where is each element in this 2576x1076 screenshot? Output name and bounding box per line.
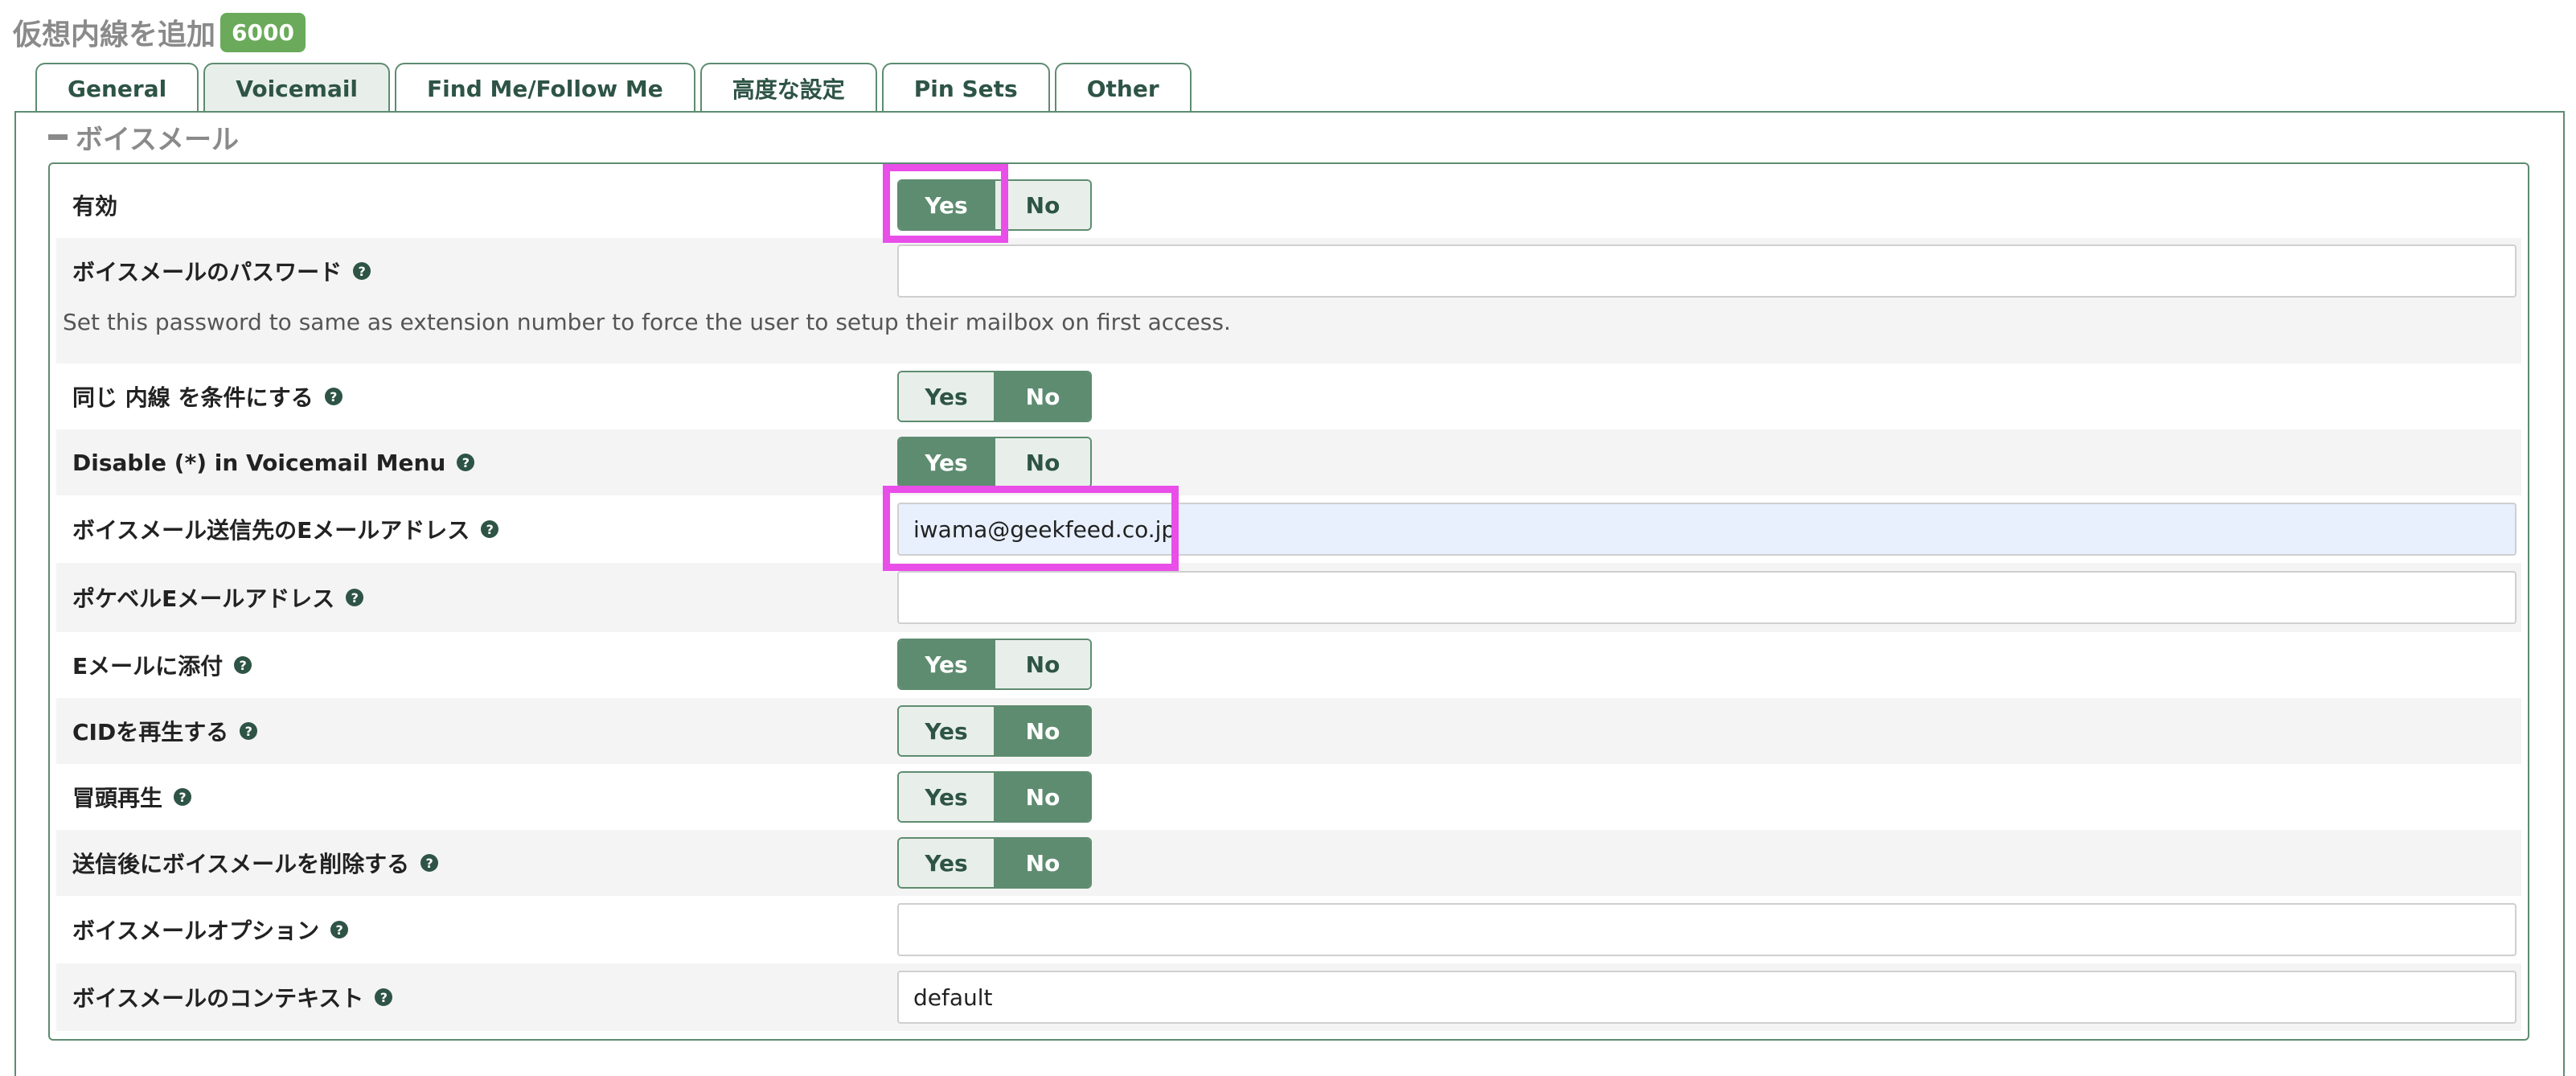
tab-advanced[interactable]: 高度な設定 [699,63,877,113]
row-label: CIDを再生する? [72,698,258,764]
row-vm-context: ボイスメールのコンテキスト? [56,963,2521,1031]
row-label: 有効 [72,193,118,220]
row-same-extension: 同じ 内線 を条件にする? Yes No [56,363,2521,429]
voicemail-password-input[interactable] [897,244,2517,298]
no-button[interactable]: No [994,640,1090,688]
enabled-toggle: Yes No [897,179,1092,231]
play-cid-toggle: Yes No [897,705,1092,757]
help-icon[interactable]: ? [353,262,371,280]
no-button[interactable]: No [994,707,1090,755]
delete-after-toggle: Yes No [897,837,1092,889]
section-title: ボイスメール [76,123,239,156]
email-input[interactable] [897,503,2517,556]
yes-button[interactable]: Yes [899,707,994,755]
yes-button[interactable]: Yes [899,839,994,887]
collapse-icon [48,133,68,140]
row-disable-star: Disable (*) in Voicemail Menu? Yes No [56,429,2521,495]
vm-options-input[interactable] [897,903,2517,956]
row-label: 同じ 内線 を条件にする? [72,363,343,429]
yes-button[interactable]: Yes [899,181,994,229]
yes-button[interactable]: Yes [899,640,994,688]
help-icon[interactable]: ? [234,656,252,674]
attach-toggle: Yes No [897,639,1092,690]
disable-star-toggle: Yes No [897,437,1092,488]
row-label: 送信後にボイスメールを削除する? [72,830,439,896]
page-title: 仮想内線を追加 6000 [13,8,306,56]
no-button[interactable]: No [994,181,1090,229]
pager-email-input[interactable] [897,571,2517,624]
row-label: ポケベルEメールアドレス? [72,563,364,632]
no-button[interactable]: No [994,372,1090,421]
row-pager-email: ポケベルEメールアドレス? [56,563,2521,632]
vm-context-input[interactable] [897,971,2517,1024]
no-button[interactable]: No [994,839,1090,887]
no-button[interactable]: No [994,773,1090,821]
row-email: ボイスメール送信先のEメールアドレス? [56,495,2521,563]
no-button[interactable]: No [994,438,1090,487]
help-icon[interactable]: ? [330,921,349,938]
row-enabled: 有効 Yes No [56,174,2521,236]
help-icon[interactable]: ? [324,388,343,405]
help-icon[interactable]: ? [481,520,499,538]
row-label: ボイスメール送信先のEメールアドレス? [72,495,499,563]
help-icon[interactable]: ? [174,788,192,806]
row-label: Disable (*) in Voicemail Menu? [72,429,475,495]
password-help-text: Set this password to same as extension n… [63,309,1231,335]
help-icon[interactable]: ? [457,454,475,471]
row-label: ボイスメールのコンテキスト? [72,963,393,1031]
row-attach: Eメールに添付? Yes No [56,632,2521,698]
row-delete-after: 送信後にボイスメールを削除する? Yes No [56,830,2521,896]
page-title-text: 仮想内線を追加 [13,18,216,51]
play-envelope-toggle: Yes No [897,771,1092,823]
row-label: Eメールに添付? [72,632,252,698]
tab-bar: General Voicemail Find Me/Follow Me 高度な設… [35,61,1196,113]
row-play-envelope: 冒頭再生? Yes No [56,764,2521,830]
row-vm-options: ボイスメールオプション? [56,896,2521,963]
tab-general[interactable]: General [35,63,199,113]
help-icon[interactable]: ? [375,988,393,1006]
row-play-cid: CIDを再生する? Yes No [56,698,2521,764]
yes-button[interactable]: Yes [899,372,994,421]
tab-pin-sets[interactable]: Pin Sets [881,63,1050,113]
section-toggle[interactable]: ボイスメール [48,117,239,156]
help-icon[interactable]: ? [420,854,439,872]
tab-find-me-follow-me[interactable]: Find Me/Follow Me [395,63,695,113]
row-password: ボイスメールのパスワード? Set this password to same … [56,238,2521,363]
same-extension-toggle: Yes No [897,371,1092,422]
tab-other[interactable]: Other [1054,63,1192,113]
yes-button[interactable]: Yes [899,773,994,821]
row-label: ボイスメールのパスワード? [72,238,371,304]
tab-voicemail[interactable]: Voicemail [203,63,391,113]
extension-badge: 6000 [220,12,306,52]
yes-button[interactable]: Yes [899,438,994,487]
row-label: 冒頭再生? [72,764,192,830]
help-icon[interactable]: ? [240,722,258,740]
help-icon[interactable]: ? [346,589,364,606]
row-label: ボイスメールオプション? [72,896,349,963]
